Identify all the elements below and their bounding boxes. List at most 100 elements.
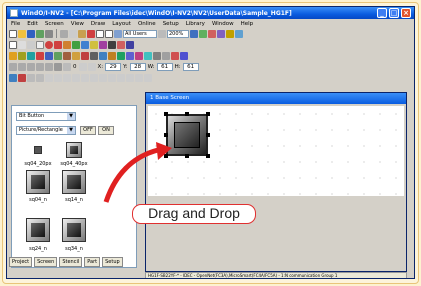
digital-switch-icon[interactable]: [72, 51, 80, 60]
part-thumbnail[interactable]: [34, 146, 42, 154]
tool-m-icon[interactable]: [117, 73, 125, 82]
align-bottom-icon[interactable]: [45, 62, 53, 71]
resize-handle[interactable]: [185, 112, 189, 116]
alarm-icon[interactable]: [153, 51, 161, 60]
resize-handle[interactable]: [206, 154, 210, 158]
menu-view[interactable]: View: [71, 21, 84, 27]
tool-p-icon[interactable]: [144, 73, 152, 82]
line-icon[interactable]: [18, 40, 26, 49]
category-dropdown[interactable]: Bit Button ▼: [16, 112, 76, 121]
tool-n-icon[interactable]: [126, 73, 134, 82]
line-chart-icon[interactable]: [135, 51, 143, 60]
table-icon[interactable]: [126, 40, 134, 49]
tool-l-icon[interactable]: [108, 73, 116, 82]
rectangle-icon[interactable]: [36, 40, 44, 49]
meter-icon[interactable]: [144, 51, 152, 60]
on-button[interactable]: ON: [98, 126, 114, 135]
layer-combo[interactable]: All Users: [123, 29, 157, 38]
resize-handle[interactable]: [206, 112, 210, 116]
part-thumbnail[interactable]: [62, 218, 86, 242]
distribute-icon[interactable]: [54, 62, 62, 71]
resize-handle[interactable]: [185, 154, 189, 158]
picture-icon[interactable]: [90, 40, 98, 49]
simulate-icon[interactable]: [217, 29, 225, 38]
help-icon[interactable]: [235, 29, 243, 38]
zoom-in-icon[interactable]: [190, 29, 198, 38]
align-left-icon[interactable]: [9, 62, 17, 71]
tool-e-icon[interactable]: [45, 73, 53, 82]
check-icon[interactable]: [226, 29, 234, 38]
part-thumbnail[interactable]: [62, 170, 86, 194]
polyline-icon[interactable]: [27, 40, 35, 49]
h-field[interactable]: 61: [182, 62, 199, 71]
pie-icon[interactable]: [63, 40, 71, 49]
selector-icon[interactable]: [54, 51, 62, 60]
clock-icon[interactable]: [162, 51, 170, 60]
off-button[interactable]: OFF: [80, 126, 96, 135]
message-display-icon[interactable]: [117, 51, 125, 60]
zoom-combo[interactable]: 200%: [167, 29, 189, 38]
menu-file[interactable]: File: [11, 21, 20, 27]
resize-handle[interactable]: [164, 133, 168, 137]
tool-d-icon[interactable]: [36, 73, 44, 82]
close-button[interactable]: ×: [401, 8, 411, 18]
part-thumbnail[interactable]: [66, 142, 82, 158]
arc-icon[interactable]: [54, 40, 62, 49]
align-center-icon[interactable]: [18, 62, 26, 71]
menu-online[interactable]: Online: [138, 21, 156, 27]
transfer-icon[interactable]: [199, 29, 207, 38]
menu-layout[interactable]: Layout: [112, 21, 131, 27]
multi-button-icon[interactable]: [45, 51, 53, 60]
monitor-icon[interactable]: [208, 29, 216, 38]
align-right-icon[interactable]: [27, 62, 35, 71]
tool-g-icon[interactable]: [63, 73, 71, 82]
numeric-display-icon[interactable]: [99, 51, 107, 60]
menu-screen[interactable]: Screen: [45, 21, 64, 27]
menu-draw[interactable]: Draw: [91, 21, 105, 27]
maximize-button[interactable]: □: [389, 8, 399, 18]
download-icon[interactable]: [36, 29, 44, 38]
tab-part[interactable]: Part: [84, 257, 101, 267]
tool-i-icon[interactable]: [81, 73, 89, 82]
align-top-icon[interactable]: [36, 62, 44, 71]
y-field[interactable]: 28: [129, 62, 146, 71]
potentiometer-icon[interactable]: [63, 51, 71, 60]
shape-dropdown[interactable]: Picture/Rectangle ▼: [16, 126, 76, 135]
screen2-icon[interactable]: [105, 29, 113, 38]
numeric-input-icon[interactable]: [180, 51, 188, 60]
message-icon[interactable]: [108, 40, 116, 49]
tool-h-icon[interactable]: [72, 73, 80, 82]
screen-icon[interactable]: [96, 29, 104, 38]
picture-display-icon[interactable]: [171, 51, 179, 60]
tab-project[interactable]: Project: [9, 257, 33, 267]
tool-b-icon[interactable]: [18, 73, 26, 82]
zoom-out-icon[interactable]: [158, 29, 166, 38]
char-display-icon[interactable]: [108, 51, 116, 60]
goto-button-icon[interactable]: [27, 51, 35, 60]
polygon-icon[interactable]: [72, 40, 80, 49]
group-icon[interactable]: [87, 62, 96, 71]
grid-icon[interactable]: [114, 29, 122, 38]
copy-icon[interactable]: [69, 29, 77, 38]
x-field[interactable]: 29: [105, 62, 122, 71]
menu-window[interactable]: Window: [212, 21, 234, 27]
scale-icon[interactable]: [117, 40, 125, 49]
tool-k-icon[interactable]: [99, 73, 107, 82]
save-icon[interactable]: [27, 29, 35, 38]
pilot-lamp-icon[interactable]: [81, 51, 89, 60]
snap-icon[interactable]: [78, 62, 87, 71]
tab-setup[interactable]: Setup: [102, 257, 123, 267]
circle-icon[interactable]: [45, 40, 53, 49]
part-thumbnail[interactable]: [26, 218, 50, 242]
tool-c-icon[interactable]: [27, 73, 35, 82]
delete-icon[interactable]: [87, 29, 95, 38]
text-icon[interactable]: [99, 40, 107, 49]
bring-front-icon[interactable]: [63, 62, 71, 71]
menu-edit[interactable]: Edit: [27, 21, 38, 27]
menu-setup[interactable]: Setup: [163, 21, 179, 27]
resize-handle[interactable]: [164, 112, 168, 116]
tool-f-icon[interactable]: [54, 73, 62, 82]
resize-handle[interactable]: [206, 133, 210, 137]
tool-a-icon[interactable]: [9, 73, 17, 82]
key-button-icon[interactable]: [36, 51, 44, 60]
